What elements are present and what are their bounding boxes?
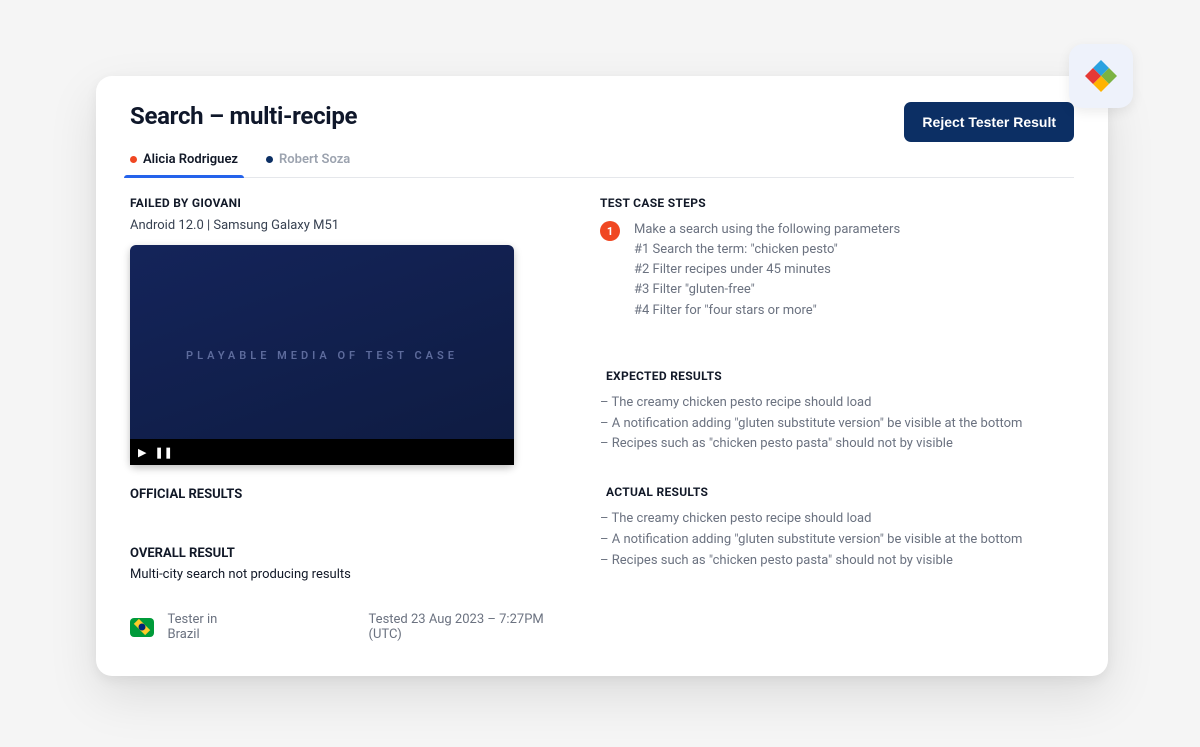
status-dot-icon xyxy=(266,156,273,163)
device-line: Android 12.0 | Samsung Galaxy M51 xyxy=(130,218,560,233)
step-number-badge: 1 xyxy=(600,221,620,241)
overall-result-text: Multi-city search not producing results xyxy=(130,567,560,582)
failed-by-label: FAILED BY GIOVANI xyxy=(130,196,560,210)
actual-line: – A notification adding "gluten substitu… xyxy=(600,530,1074,551)
tested-timestamp: Tested 23 Aug 2023 – 7:27PM (UTC) xyxy=(369,612,560,642)
media-placeholder-text: PLAYABLE MEDIA OF TEST CASE xyxy=(186,349,458,362)
test-case-steps-block: TEST CASE STEPS 1 Make a search using th… xyxy=(600,196,1074,321)
tab-label: Alicia Rodriguez xyxy=(143,152,238,167)
step-body: Make a search using the following parame… xyxy=(634,220,900,321)
step-line: Make a search using the following parame… xyxy=(634,220,900,240)
expected-line: – A notification adding "gluten substitu… xyxy=(600,414,1074,435)
step-row: 1 Make a search using the following para… xyxy=(600,220,1074,321)
actual-results-block: ACTUAL RESULTS – The creamy chicken pest… xyxy=(600,485,1074,571)
app-logo-icon xyxy=(1083,58,1119,94)
play-icon[interactable]: ▶ xyxy=(138,446,146,459)
test-case-steps-label: TEST CASE STEPS xyxy=(600,196,1074,210)
right-column: TEST CASE STEPS 1 Make a search using th… xyxy=(590,196,1074,642)
media-player[interactable]: PLAYABLE MEDIA OF TEST CASE ▶ ❚❚ xyxy=(130,245,514,465)
app-logo-badge xyxy=(1069,44,1133,108)
expected-results-label: EXPECTED RESULTS xyxy=(600,369,1074,383)
actual-line: – Recipes such as "chicken pesto pasta" … xyxy=(600,551,1074,572)
actual-results-label: ACTUAL RESULTS xyxy=(600,485,1074,499)
step-line: #2 Filter recipes under 45 minutes xyxy=(634,260,900,280)
tab-label: Robert Soza xyxy=(279,152,350,167)
expected-results-block: EXPECTED RESULTS – The creamy chicken pe… xyxy=(600,369,1074,455)
media-controls: ▶ ❚❚ xyxy=(130,439,514,465)
page-title: Search – multi-recipe xyxy=(130,102,357,130)
expected-line: – The creamy chicken pesto recipe should… xyxy=(600,393,1074,414)
step-line: #1 Search the term: "chicken pesto" xyxy=(634,240,900,260)
tab-robert-soza[interactable]: Robert Soza xyxy=(266,152,350,177)
reject-tester-result-button[interactable]: Reject Tester Result xyxy=(904,102,1074,142)
header-row: Search – multi-recipe Reject Tester Resu… xyxy=(130,102,1074,142)
overall-result-label: OVERALL RESULT xyxy=(130,546,560,561)
actual-line: – The creamy chicken pesto recipe should… xyxy=(600,509,1074,530)
left-column: FAILED BY GIOVANI Android 12.0 | Samsung… xyxy=(130,196,560,642)
step-line: #3 Filter "gluten-free" xyxy=(634,280,900,300)
brazil-flag-icon xyxy=(130,618,154,637)
tester-tabs: Alicia Rodriguez Robert Soza xyxy=(130,152,1074,178)
tester-location: Tester in Brazil xyxy=(168,612,245,642)
pause-icon[interactable]: ❚❚ xyxy=(154,446,172,459)
footer-row: Tester in Brazil Tested 23 Aug 2023 – 7:… xyxy=(130,612,560,642)
content-columns: FAILED BY GIOVANI Android 12.0 | Samsung… xyxy=(130,196,1074,642)
expected-line: – Recipes such as "chicken pesto pasta" … xyxy=(600,434,1074,455)
status-dot-icon xyxy=(130,156,137,163)
step-line: #4 Filter for "four stars or more" xyxy=(634,301,900,321)
tab-alicia-rodriguez[interactable]: Alicia Rodriguez xyxy=(130,152,238,177)
test-result-card: Search – multi-recipe Reject Tester Resu… xyxy=(96,76,1108,676)
official-results-label: OFFICIAL RESULTS xyxy=(130,487,560,502)
